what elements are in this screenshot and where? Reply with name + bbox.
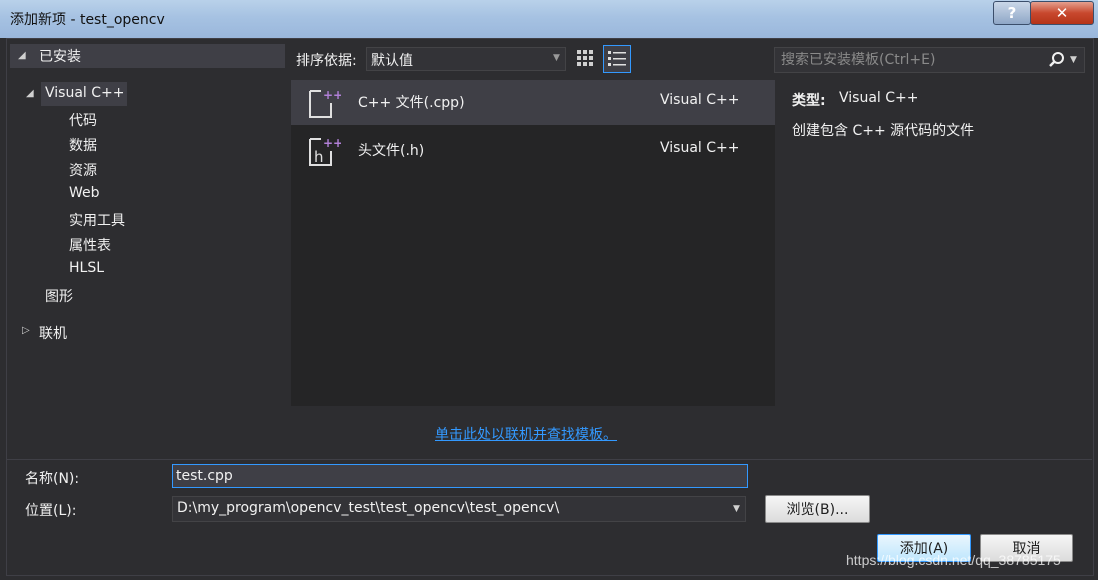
tree-item-code[interactable]: 代码 [69, 110, 97, 130]
template-language: Visual C++ [660, 92, 740, 108]
detail-type-value: Visual C++ [839, 90, 919, 106]
tree-item-data[interactable]: 数据 [69, 135, 97, 155]
detail-type-label: 类型: [792, 93, 826, 109]
search-input[interactable] [779, 50, 1043, 70]
expand-triangle-icon[interactable]: ◢ [26, 88, 34, 99]
tree-item-resources[interactable]: 资源 [69, 160, 97, 180]
tree-item-visual-cpp[interactable]: Visual C++ [45, 85, 124, 101]
tree-item-graphics[interactable]: 图形 [45, 286, 73, 306]
search-icon[interactable] [1048, 51, 1066, 69]
name-input[interactable] [172, 464, 748, 488]
cpp-file-icon: ++ [309, 88, 341, 118]
svg-text:h: h [314, 148, 324, 166]
online-templates-link[interactable]: 单击此处以联机并查找模板。 [435, 424, 617, 444]
template-name: C++ 文件(.cpp) [358, 95, 465, 111]
tree-item-web[interactable]: Web [69, 185, 100, 201]
search-options-chevron-icon[interactable]: ▼ [1070, 55, 1077, 65]
list-view-button[interactable] [603, 45, 631, 73]
template-language: Visual C++ [660, 140, 740, 156]
grid-view-button[interactable] [574, 47, 596, 69]
detail-description: 创建包含 C++ 源代码的文件 [792, 123, 975, 139]
tree-item-property-sheets[interactable]: 属性表 [69, 235, 111, 255]
template-item-header[interactable]: h ++ 头文件(.h) Visual C++ [291, 128, 775, 173]
chevron-down-icon: ▼ [733, 504, 740, 514]
grid-view-icon [577, 50, 593, 66]
template-list: ++ C++ 文件(.cpp) Visual C++ h ++ 头文件(.h) … [291, 80, 775, 406]
watermark: https://blog.csdn.net/qq_38785175 [846, 552, 1061, 568]
search-box[interactable]: ▼ [774, 47, 1085, 73]
name-label: 名称(N): [25, 471, 80, 487]
svg-text:++: ++ [323, 88, 341, 102]
svg-text:++: ++ [323, 136, 341, 150]
location-label: 位置(L): [25, 503, 77, 519]
sort-select[interactable]: 默认值 ▼ [366, 47, 566, 71]
template-name: 头文件(.h) [358, 143, 425, 159]
header-file-icon: h ++ [309, 136, 341, 166]
expand-right-triangle-icon[interactable]: ▷ [22, 325, 30, 336]
list-view-icon [608, 51, 626, 66]
close-button[interactable]: ✕ [1030, 1, 1094, 25]
template-item-cpp[interactable]: ++ C++ 文件(.cpp) Visual C++ [291, 80, 775, 125]
tree-item-online[interactable]: 联机 [39, 323, 67, 343]
location-select[interactable]: D:\my_program\opencv_test\test_opencv\te… [172, 496, 746, 522]
browse-button[interactable]: 浏览(B)... [765, 495, 870, 523]
tree-header-installed[interactable]: ◢ 已安装 [10, 44, 285, 68]
collapse-triangle-icon[interactable]: ◢ [18, 50, 26, 61]
tree-item-installed: 已安装 [39, 49, 81, 65]
help-button[interactable]: ? [993, 1, 1031, 25]
window-title: 添加新项 - test_opencv [10, 12, 165, 28]
tree-item-utility[interactable]: 实用工具 [69, 210, 125, 230]
location-value: D:\my_program\opencv_test\test_opencv\te… [177, 500, 560, 516]
sort-select-value: 默认值 [371, 53, 413, 69]
chevron-down-icon: ▼ [553, 53, 560, 63]
tree-item-hlsl[interactable]: HLSL [69, 260, 104, 276]
sort-by-label: 排序依据: [296, 53, 357, 69]
